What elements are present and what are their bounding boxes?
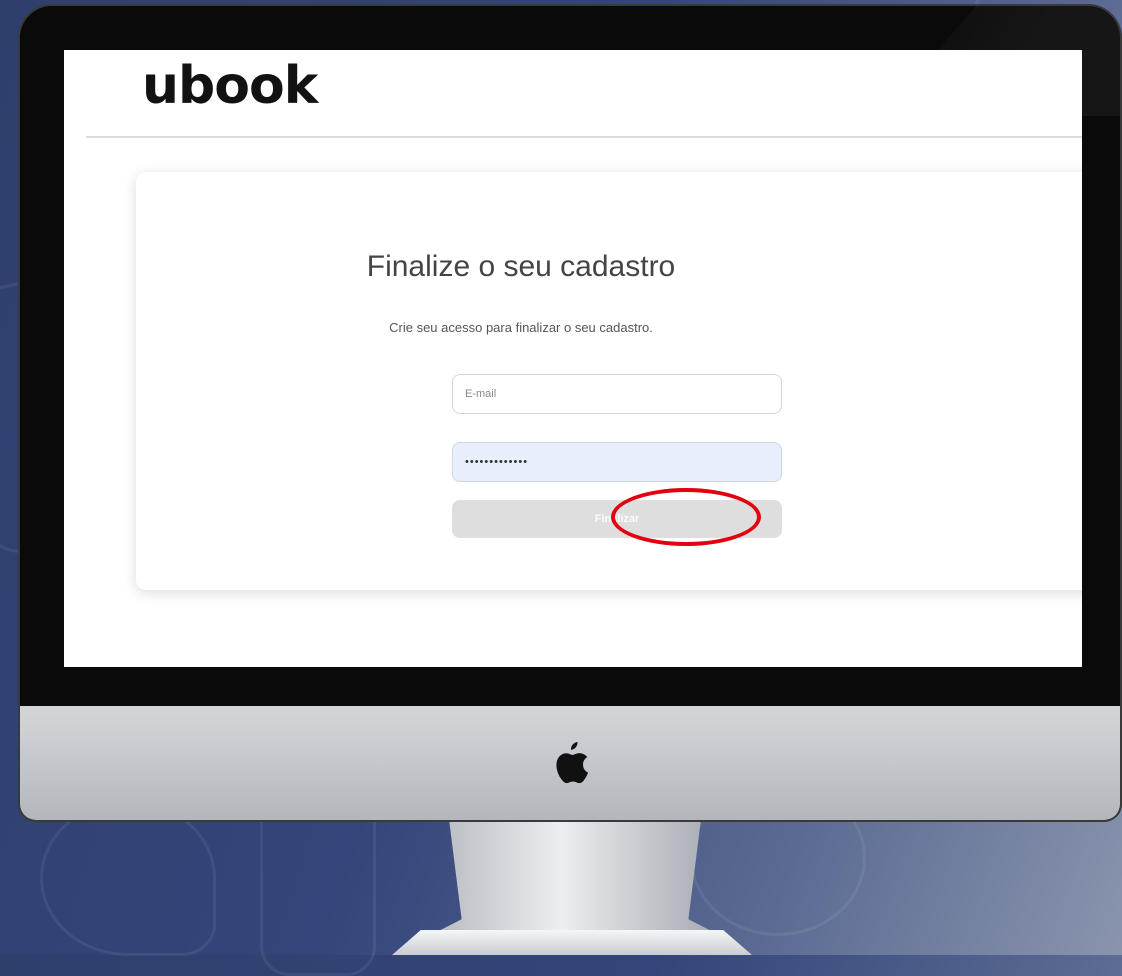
page-subtitle: Crie seu acesso para finalizar o seu cad… xyxy=(389,320,653,335)
monitor-frame: ubook Finalize o seu cadastro Crie seu a… xyxy=(18,4,1122,822)
apple-icon xyxy=(556,742,588,784)
monitor-stand-base xyxy=(392,930,752,955)
site-header: ubook xyxy=(86,50,1082,138)
highlight-circle xyxy=(611,488,761,546)
email-field[interactable]: E-mail xyxy=(452,374,782,414)
page-title: Finalize o seu cadastro xyxy=(366,250,676,283)
ubook-logo[interactable]: ubook xyxy=(142,56,318,116)
browser-screen: ubook Finalize o seu cadastro Crie seu a… xyxy=(64,50,1082,667)
background-doodle xyxy=(40,800,216,956)
signup-card: Finalize o seu cadastro Crie seu acesso … xyxy=(136,172,1082,590)
monitor-chin xyxy=(20,706,1120,820)
password-field[interactable]: ••••••••••••• xyxy=(452,442,782,482)
